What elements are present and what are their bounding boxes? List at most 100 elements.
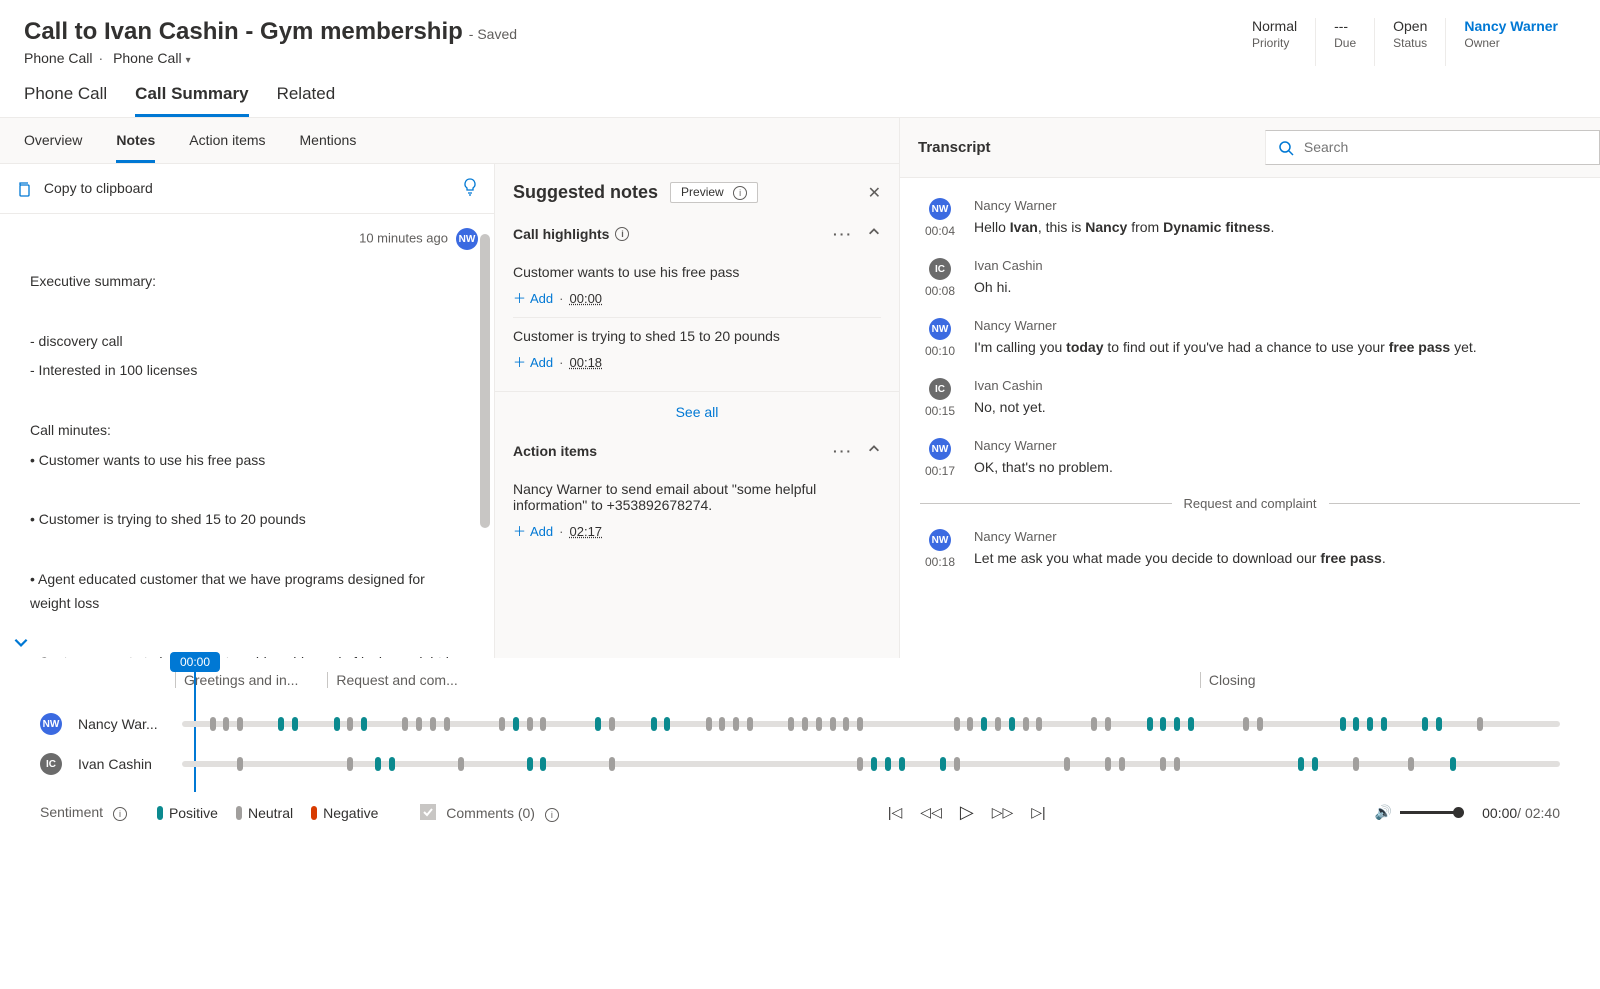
- timeline-segments: Greetings and in... Request and com... Clo…: [175, 672, 1560, 694]
- summary-tabs: Overview Notes Action items Mentions: [0, 118, 899, 164]
- sentiment-tick: [1064, 757, 1070, 771]
- sentiment-tick: [1381, 717, 1387, 731]
- sentiment-tick: [361, 717, 367, 731]
- add-button[interactable]: ＋Add: [513, 291, 553, 306]
- sentiment-tick: [210, 717, 216, 731]
- sentiment-tick: [527, 717, 533, 731]
- sentiment-tick: [1174, 757, 1180, 771]
- sentiment-tick: [1353, 757, 1359, 771]
- sentiment-tick: [1298, 757, 1304, 771]
- sentiment-tick: [609, 757, 615, 771]
- meta-priority[interactable]: NormalPriority: [1234, 18, 1315, 66]
- timeline-segment[interactable]: Request and com...: [327, 672, 457, 688]
- transcript-message[interactable]: NW00:10Nancy WarnerI'm calling you today…: [920, 308, 1580, 368]
- sentiment-tick: [954, 757, 960, 771]
- sentiment-tick: [609, 717, 615, 731]
- speaker-track-ic[interactable]: [182, 761, 1560, 767]
- collapse-button[interactable]: [867, 225, 881, 242]
- sentiment-tick: [334, 717, 340, 731]
- see-all-button[interactable]: See all: [495, 391, 899, 432]
- search-input[interactable]: [1304, 139, 1564, 155]
- sentiment-tick: [871, 757, 877, 771]
- sentiment-tick: [1174, 717, 1180, 731]
- timestamp-link[interactable]: 02:17: [570, 524, 603, 539]
- meta-due[interactable]: ---Due: [1315, 18, 1374, 66]
- meta-status[interactable]: OpenStatus: [1374, 18, 1445, 66]
- sentiment-tick: [499, 717, 505, 731]
- forward-button[interactable]: ▷▷: [992, 804, 1014, 821]
- add-button[interactable]: ＋Add: [513, 524, 553, 539]
- sentiment-tick: [1477, 717, 1483, 731]
- sentiment-tick: [747, 717, 753, 731]
- sentiment-tick: [843, 717, 849, 731]
- sentiment-tick: [1147, 717, 1153, 731]
- sentiment-tick: [1105, 757, 1111, 771]
- insights-button[interactable]: [462, 178, 478, 199]
- record-tabs: Phone Call Call Summary Related: [0, 74, 1600, 118]
- legend-item: Negative: [311, 805, 378, 821]
- transcript-message[interactable]: IC00:08Ivan CashinOh hi.: [920, 248, 1580, 308]
- actions-more-button[interactable]: ···: [833, 443, 853, 459]
- sentiment-tick: [1009, 717, 1015, 731]
- tab-mentions[interactable]: Mentions: [300, 132, 357, 163]
- notes-body[interactable]: Executive summary: - discovery call- Int…: [0, 254, 494, 658]
- transcript-message[interactable]: NW00:04Nancy WarnerHello Ivan, this is N…: [920, 188, 1580, 248]
- tab-overview[interactable]: Overview: [24, 132, 82, 163]
- legend-item: Neutral: [236, 805, 293, 821]
- search-box[interactable]: [1265, 130, 1600, 165]
- speaker-track-nw[interactable]: [182, 721, 1560, 727]
- transcript-message[interactable]: NW00:17Nancy WarnerOK, that's no problem…: [920, 428, 1580, 488]
- transcript-message[interactable]: IC00:15Ivan CashinNo, not yet.: [920, 368, 1580, 428]
- tab-notes[interactable]: Notes: [116, 132, 155, 163]
- add-button[interactable]: ＋Add: [513, 355, 553, 370]
- timeline-segment[interactable]: Greetings and in...: [175, 672, 298, 688]
- sentiment-tick: [857, 757, 863, 771]
- highlights-more-button[interactable]: ···: [833, 226, 853, 242]
- chevron-up-icon: [867, 225, 881, 239]
- rewind-button[interactable]: ◁◁: [920, 804, 942, 821]
- info-icon[interactable]: i: [113, 807, 127, 821]
- sentiment-tick: [1036, 717, 1042, 731]
- transcript-title: Transcript: [918, 139, 991, 156]
- scrollbar[interactable]: [480, 234, 490, 528]
- timeline-segment[interactable]: Closing: [1200, 672, 1256, 688]
- sentiment-tick: [1243, 717, 1249, 731]
- sentiment-tick: [1312, 757, 1318, 771]
- sentiment-tick: [830, 717, 836, 731]
- close-button[interactable]: ✕: [868, 183, 881, 203]
- expand-notes-button[interactable]: [12, 633, 30, 654]
- sentiment-tick: [719, 717, 725, 731]
- sentiment-tick: [375, 757, 381, 771]
- sentiment-tick: [430, 717, 436, 731]
- play-button[interactable]: ▷: [960, 802, 974, 823]
- sentiment-tick: [940, 757, 946, 771]
- meta-owner[interactable]: Nancy WarnerOwner: [1445, 18, 1576, 66]
- info-icon[interactable]: i: [615, 227, 629, 241]
- comments-toggle[interactable]: Comments (0) i: [420, 804, 558, 822]
- timestamp-link[interactable]: 00:00: [570, 291, 603, 306]
- volume-slider[interactable]: [1400, 811, 1460, 814]
- transcript-message[interactable]: NW00:18Nancy WarnerLet me ask you what m…: [920, 519, 1580, 579]
- tab-phone-call[interactable]: Phone Call: [24, 84, 107, 117]
- sentiment-tick: [995, 717, 1001, 731]
- speaker-label: Nancy War...: [78, 716, 166, 732]
- sentiment-tick: [458, 757, 464, 771]
- tab-action-items[interactable]: Action items: [189, 132, 265, 163]
- skip-start-button[interactable]: |◁: [888, 804, 902, 821]
- copy-to-clipboard-button[interactable]: Copy to clipboard: [16, 180, 153, 197]
- tab-call-summary[interactable]: Call Summary: [135, 84, 248, 117]
- form-selector[interactable]: Phone Call▾: [113, 50, 191, 66]
- sentiment-tick: [706, 717, 712, 731]
- breadcrumb: Phone Call· Phone Call▾: [24, 50, 517, 66]
- skip-end-button[interactable]: ▷|: [1031, 804, 1045, 821]
- timestamp-link[interactable]: 00:18: [570, 355, 603, 370]
- sentiment-tick: [651, 717, 657, 731]
- collapse-button[interactable]: [867, 442, 881, 459]
- tab-related[interactable]: Related: [277, 84, 336, 117]
- avatar: NW: [929, 198, 951, 220]
- sentiment-tick: [1450, 757, 1456, 771]
- preview-badge[interactable]: Preview i: [670, 182, 758, 203]
- info-icon[interactable]: i: [545, 808, 559, 822]
- avatar: NW: [929, 529, 951, 551]
- volume-icon[interactable]: 🔊: [1375, 804, 1392, 821]
